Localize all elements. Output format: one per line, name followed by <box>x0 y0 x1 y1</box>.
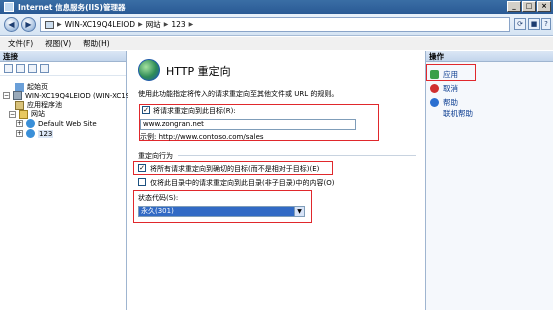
status-code-label: 状态代码(S): <box>138 194 179 202</box>
status-code-select[interactable]: 永久(301) ▼ <box>138 206 305 217</box>
menu-file[interactable]: 文件(F) <box>8 38 33 49</box>
expand-icon[interactable]: + <box>16 130 23 137</box>
collapse-icon[interactable]: − <box>3 92 10 99</box>
tree-site-123[interactable]: + 123 <box>16 129 54 138</box>
window-title: Internet 信息服务(IIS)管理器 <box>18 2 126 12</box>
http-redirect-panel: HTTP 重定向 使用此功能指定将传入的请求重定向至其他文件或 URL 的规则。… <box>128 51 424 310</box>
expand-icon[interactable]: + <box>16 120 23 127</box>
tree-server[interactable]: − WIN-XC19Q4LEIOD (WIN-XC19Q <box>3 91 136 100</box>
window-title-bar: Internet 信息服务(IIS)管理器 _ □ × <box>0 0 553 14</box>
address-bar: ◀ ▶ ▶ WIN-XC19Q4LEIOD ▶ 网站 ▶ 123 ▶ ⟳ ■ ? <box>0 14 553 36</box>
breadcrumb-sites[interactable]: 网站 <box>146 19 161 30</box>
connections-toolbar <box>0 62 126 76</box>
refresh-icon[interactable]: ⟳ <box>514 18 526 30</box>
help-icon <box>430 98 439 107</box>
apply-icon <box>430 70 439 79</box>
cancel-icon <box>430 84 439 93</box>
menu-bar: 文件(F) 视图(V) 帮助(H) <box>0 37 553 50</box>
actions-pane: 操作 应用 取消 帮助 联机帮助 <box>425 51 553 310</box>
help-action[interactable]: 帮助 <box>430 97 458 108</box>
connections-pane: 连接 起始页 − WIN-XC19Q4LEIOD (WIN-XC19Q 应用程序… <box>0 51 136 310</box>
save-icon[interactable] <box>16 64 25 73</box>
sites-folder-icon <box>19 109 28 119</box>
group-icon[interactable] <box>40 64 49 73</box>
redirect-checkbox-label: 将请求重定向到此目标(R): <box>153 107 236 115</box>
tree-sites[interactable]: − 网站 <box>9 109 45 119</box>
breadcrumb-site[interactable]: 123 <box>171 20 185 29</box>
back-arrow-icon[interactable]: ◀ <box>4 17 19 32</box>
only-this-directory-label: 仅将此目录中的请求重定向到此目录(非子目录)中的内容(O) <box>150 179 335 187</box>
redirect-behavior-header: 重定向行为 <box>138 152 173 160</box>
collapse-icon[interactable]: − <box>9 110 16 118</box>
tree-default-web-site[interactable]: + Default Web Site <box>16 119 97 128</box>
apply-action[interactable]: 应用 <box>430 69 458 80</box>
menu-help[interactable]: 帮助(H) <box>83 38 110 49</box>
window-controls: _ □ × <box>507 1 551 12</box>
redirect-checkbox[interactable]: ✓ <box>142 106 150 114</box>
address-breadcrumb[interactable]: ▶ WIN-XC19Q4LEIOD ▶ 网站 ▶ 123 ▶ <box>40 17 510 32</box>
online-help-action[interactable]: 联机帮助 <box>443 108 473 119</box>
server-icon <box>13 91 22 100</box>
http-redirect-icon <box>138 59 160 81</box>
page-title: HTTP 重定向 <box>166 65 231 78</box>
chevron-down-icon[interactable]: ▼ <box>294 207 304 216</box>
computer-icon <box>45 20 54 29</box>
iis-app-icon <box>4 2 14 12</box>
maximize-icon[interactable]: □ <box>522 1 536 12</box>
exact-destination-label: 将所有请求重定向到确切的目标(而不是相对于目标)(E) <box>150 165 320 173</box>
connections-header: 连接 <box>0 51 126 62</box>
globe-icon <box>26 119 35 128</box>
example-text: 示例: http://www.contoso.com/sales <box>140 133 264 141</box>
forward-arrow-icon[interactable]: ▶ <box>21 17 36 32</box>
refresh-icon[interactable] <box>28 64 37 73</box>
redirect-url-input[interactable]: www.zongran.net <box>140 119 356 130</box>
menu-view[interactable]: 视图(V) <box>45 38 71 49</box>
cancel-action[interactable]: 取消 <box>430 83 458 94</box>
section-divider <box>178 155 416 156</box>
actions-header: 操作 <box>426 51 553 62</box>
description: 使用此功能指定将传入的请求重定向至其他文件或 URL 的规则。 <box>138 90 339 98</box>
only-this-directory-checkbox[interactable] <box>138 178 146 186</box>
breadcrumb-server[interactable]: WIN-XC19Q4LEIOD <box>65 20 135 29</box>
help-icon[interactable]: ? <box>541 18 551 30</box>
minimize-icon[interactable]: _ <box>507 1 521 12</box>
exact-destination-checkbox[interactable]: ✓ <box>138 164 146 172</box>
globe-icon <box>26 129 35 138</box>
stop-icon[interactable]: ■ <box>528 18 540 30</box>
close-icon[interactable]: × <box>537 1 551 12</box>
status-code-value: 永久(301) <box>139 207 294 216</box>
connect-icon[interactable] <box>4 64 13 73</box>
